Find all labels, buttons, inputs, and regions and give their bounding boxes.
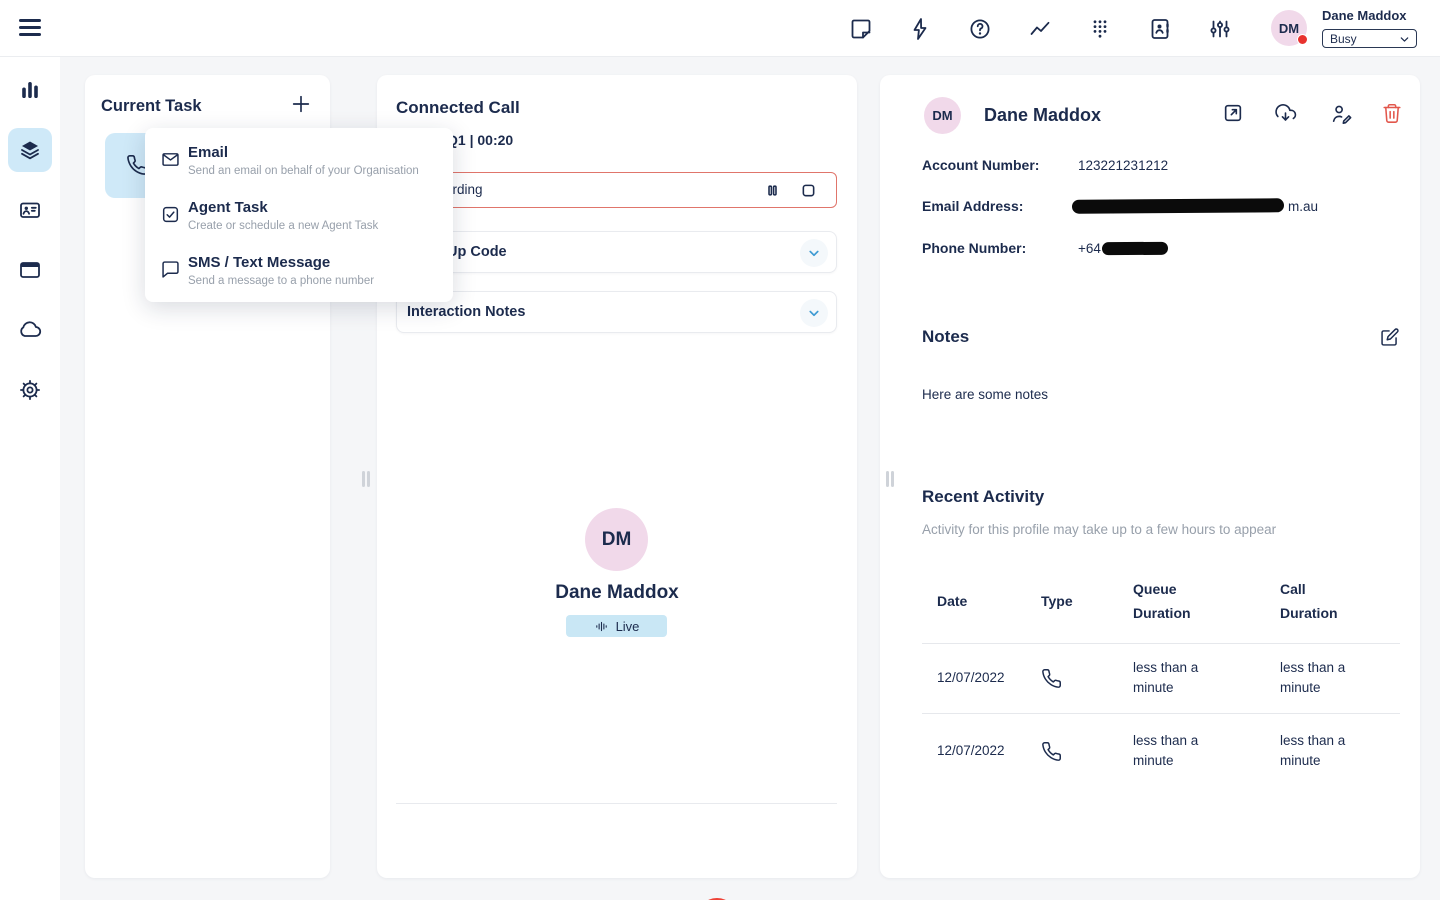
- cell-call-duration: less than a minute: [1280, 731, 1368, 771]
- add-task-button[interactable]: [286, 89, 316, 119]
- left-sidebar: [0, 57, 60, 900]
- cell-call-duration: less than a minute: [1280, 658, 1368, 698]
- cell-queue-duration: less than a minute: [1133, 658, 1221, 698]
- recording-bar: Recording: [396, 172, 837, 208]
- chevron-down-icon[interactable]: [800, 239, 828, 267]
- notes-body: Here are some notes: [922, 387, 1048, 402]
- note-icon[interactable]: [849, 17, 873, 41]
- sidebar-item-settings[interactable]: [8, 368, 52, 412]
- pause-recording-icon[interactable]: [763, 181, 782, 200]
- cell-date: 12/07/2022: [922, 668, 1026, 688]
- panel-resize-handle[interactable]: [886, 471, 895, 487]
- customer-profile-panel: DM Dane Maddox Account Number: 123221231…: [880, 75, 1420, 878]
- dialpad-icon[interactable]: [1088, 17, 1112, 41]
- cloud-download-icon: [1274, 102, 1297, 125]
- email-address-label: Email Address:: [922, 198, 1023, 214]
- call-panel-title: Connected Call: [396, 98, 520, 118]
- live-badge: Live: [566, 615, 667, 637]
- app-root: DM Dane Maddox Busy Current Task: [0, 0, 1440, 900]
- help-icon[interactable]: [968, 17, 992, 41]
- external-link-icon: [1222, 102, 1244, 124]
- call-type-icon: [1026, 668, 1118, 689]
- stats-icon: [18, 78, 42, 102]
- edit-square-icon: [1379, 327, 1400, 348]
- gear-icon: [18, 378, 42, 402]
- cloud-icon: [18, 318, 42, 342]
- sidebar-item-contacts[interactable]: [8, 188, 52, 232]
- email-address-suffix: m.au: [1288, 199, 1318, 214]
- activity-chart-icon[interactable]: [1028, 17, 1052, 41]
- contact-card-icon: [18, 198, 42, 222]
- call-contact-name: Dane Maddox: [377, 582, 857, 604]
- download-profile-button[interactable]: [1274, 102, 1297, 125]
- phone-number-label: Phone Number:: [922, 240, 1026, 256]
- chevron-down-icon[interactable]: [800, 299, 828, 327]
- phone-number-prefix: +64: [1078, 241, 1101, 256]
- trash-icon: [1381, 102, 1403, 124]
- table-divider: [922, 713, 1400, 714]
- controls-divider: [396, 803, 837, 804]
- speech-bubble-icon: [160, 259, 181, 280]
- redaction-bar: [1102, 242, 1168, 255]
- lightning-icon[interactable]: [908, 17, 932, 41]
- browser-window-icon: [18, 258, 42, 282]
- layers-icon: [18, 138, 42, 162]
- waveform-icon: [594, 619, 609, 634]
- sidebar-item-cloud[interactable]: [8, 308, 52, 352]
- sidebar-item-stats[interactable]: [8, 68, 52, 112]
- table-row[interactable]: 12/07/2022 less than a minute less than …: [922, 720, 1400, 782]
- chevron-down-icon: [1399, 34, 1410, 45]
- column-header-date: Date: [937, 589, 1011, 613]
- notes-title: Notes: [922, 327, 969, 347]
- contacts-book-icon[interactable]: [1148, 17, 1172, 41]
- menu-item-email[interactable]: Email Send an email on behalf of your Or…: [145, 142, 453, 194]
- checkbox-icon: [160, 204, 181, 225]
- edit-profile-button[interactable]: [1330, 102, 1353, 125]
- plus-icon: [290, 93, 312, 115]
- call-contact-avatar: DM: [585, 508, 648, 571]
- interaction-notes-section[interactable]: Interaction Notes: [396, 291, 837, 333]
- profile-name: Dane Maddox: [984, 105, 1101, 126]
- table-row[interactable]: 12/07/2022 less than a minute less than …: [922, 647, 1400, 709]
- open-external-button[interactable]: [1222, 102, 1244, 124]
- delete-profile-button[interactable]: [1381, 102, 1403, 124]
- envelope-icon: [160, 149, 181, 170]
- column-header-call-duration: Call Duration: [1280, 577, 1354, 625]
- profile-avatar: DM: [924, 97, 961, 134]
- redaction-bar: [1072, 198, 1284, 213]
- hamburger-menu-icon[interactable]: [19, 19, 43, 43]
- cell-date: 12/07/2022: [922, 741, 1026, 761]
- column-header-queue-duration: Queue Duration: [1133, 577, 1207, 625]
- activity-table-header: Date Type Queue Duration Call Duration: [922, 571, 1400, 631]
- menu-item-agent-task[interactable]: Agent Task Create or schedule a new Agen…: [145, 197, 453, 249]
- wrap-up-code-section[interactable]: Wrap Up Code: [396, 231, 837, 273]
- panel-title: Current Task: [101, 97, 202, 116]
- top-bar: DM Dane Maddox Busy: [0, 0, 1440, 57]
- panel-resize-handle[interactable]: [362, 471, 371, 487]
- sliders-icon[interactable]: [1208, 17, 1232, 41]
- add-task-menu: Email Send an email on behalf of your Or…: [145, 128, 453, 302]
- recent-activity-subtitle: Activity for this profile may take up to…: [922, 522, 1276, 537]
- cell-queue-duration: less than a minute: [1133, 731, 1221, 771]
- recent-activity-title: Recent Activity: [922, 487, 1044, 507]
- menu-item-sms[interactable]: SMS / Text Message Send a message to a p…: [145, 252, 453, 304]
- user-name: Dane Maddox: [1322, 8, 1407, 23]
- account-number-value: 123221231212: [1078, 158, 1168, 173]
- status-dot: [1297, 34, 1308, 45]
- account-number-label: Account Number:: [922, 157, 1039, 173]
- call-type-icon: [1026, 741, 1118, 762]
- sidebar-item-browser[interactable]: [8, 248, 52, 292]
- sidebar-item-queues[interactable]: [8, 128, 52, 172]
- status-select[interactable]: Busy: [1322, 29, 1417, 48]
- person-edit-icon: [1330, 102, 1353, 125]
- live-label: Live: [616, 619, 640, 634]
- queue-timer: Q1 | 00:20: [447, 132, 513, 148]
- stop-recording-icon[interactable]: [799, 181, 818, 200]
- edit-notes-button[interactable]: [1379, 327, 1400, 348]
- table-divider: [922, 643, 1400, 644]
- section-label: Interaction Notes: [407, 304, 525, 320]
- column-header-type: Type: [1041, 589, 1115, 613]
